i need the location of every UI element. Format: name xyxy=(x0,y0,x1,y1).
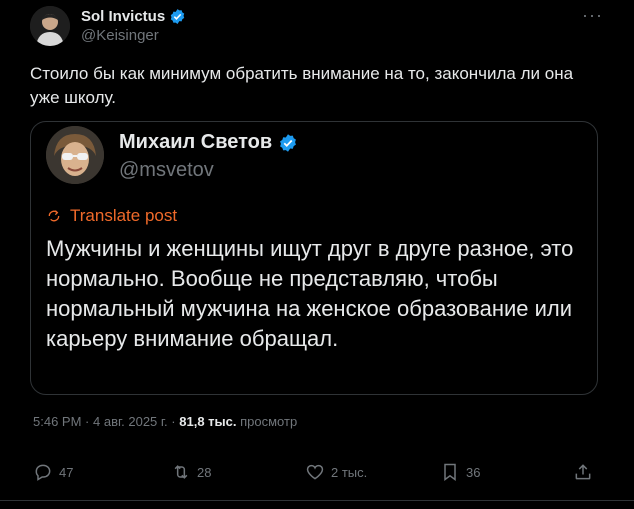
repost-button[interactable]: 28 xyxy=(171,462,211,482)
reply-icon xyxy=(35,464,51,481)
post-time[interactable]: 5:46 PM xyxy=(33,414,81,429)
like-button[interactable]: 2 тыс. xyxy=(305,462,367,482)
quoted-author-handle[interactable]: @msvetov xyxy=(119,159,214,182)
bookmark-count: 36 xyxy=(466,464,481,480)
translate-icon xyxy=(48,210,60,222)
tweet-text: Стоило бы как минимум обратить внимание … xyxy=(30,64,574,107)
quoted-author-avatar[interactable] xyxy=(46,126,104,184)
quoted-author-avatar-image xyxy=(46,126,104,184)
bookmark-button[interactable]: 36 xyxy=(440,462,480,482)
author-name[interactable]: Sol Invictus xyxy=(81,8,165,25)
author-handle[interactable]: @Keisinger xyxy=(81,27,159,44)
reply-count: 47 xyxy=(59,464,74,480)
verified-badge-icon xyxy=(280,133,297,152)
heart-icon xyxy=(306,464,324,480)
more-options-icon[interactable]: ··· xyxy=(582,6,603,24)
action-bar: 47 28 2 тыс. 36 xyxy=(33,462,593,484)
post-divider xyxy=(0,500,634,501)
quoted-post[interactable]: Михаил Светов @msvetov Translate post Му… xyxy=(30,121,598,395)
bookmark-icon xyxy=(444,463,456,481)
repost-icon xyxy=(174,465,188,479)
author-name-row[interactable]: Sol Invictus xyxy=(81,8,186,25)
meta-separator: · xyxy=(85,414,90,429)
post-meta: 5:46 PM · 4 авг. 2025 г. · 81,8 тыс. про… xyxy=(33,414,297,429)
share-button[interactable] xyxy=(573,462,593,482)
views-label: просмотр xyxy=(240,414,298,429)
repost-count: 28 xyxy=(197,464,212,480)
post-date[interactable]: 4 авг. 2025 г. xyxy=(93,414,168,429)
verified-badge-icon xyxy=(170,9,185,24)
views-count: 81,8 тыс. xyxy=(179,414,237,429)
quoted-author-name[interactable]: Михаил Светов xyxy=(119,131,272,154)
translate-post-link[interactable]: Translate post xyxy=(46,206,177,226)
like-count: 2 тыс. xyxy=(331,464,368,480)
reply-button[interactable]: 47 xyxy=(33,462,73,482)
author-avatar-image xyxy=(30,6,70,46)
translate-post-label[interactable]: Translate post xyxy=(70,206,177,226)
author-avatar[interactable] xyxy=(30,6,70,46)
quoted-author-name-row[interactable]: Михаил Светов xyxy=(119,131,298,154)
share-icon xyxy=(575,464,591,480)
meta-separator: · xyxy=(171,414,176,429)
quoted-post-text: Мужчины и женщины ищут друг в друге разн… xyxy=(46,236,574,351)
